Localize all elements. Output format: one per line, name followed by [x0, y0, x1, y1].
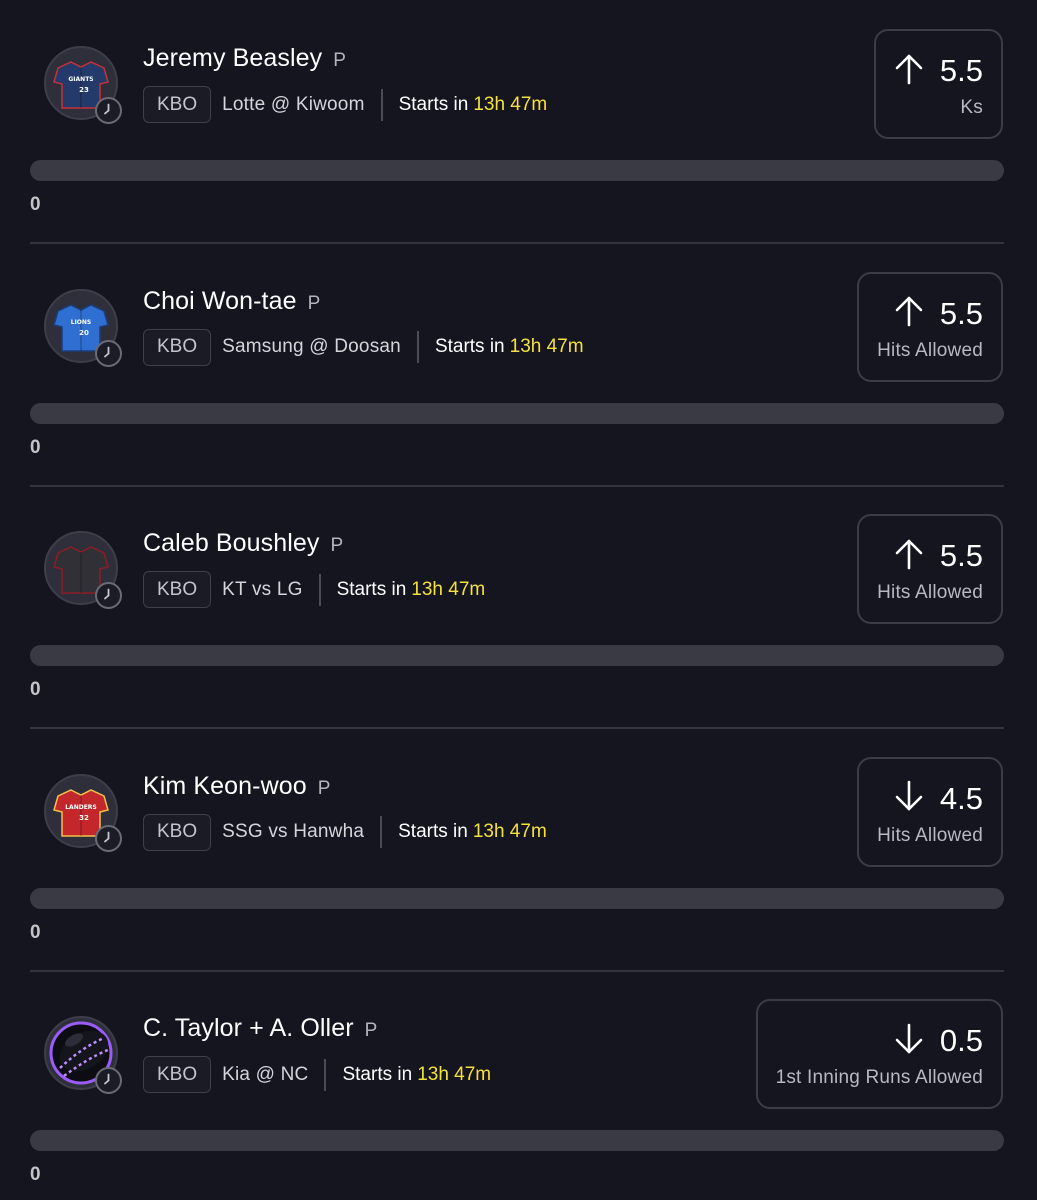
- divider: [380, 816, 383, 848]
- progress-bar: [30, 887, 1004, 909]
- prop-card-4[interactable]: LANDERS 32 Kim Keon-woo P KBO SSG vs Hanw…: [0, 728, 1037, 972]
- prop-card-1[interactable]: GIANTS 23 Jeremy Beasley P KBO Lotte @ Ki…: [0, 0, 1037, 244]
- prop-card-5[interactable]: C. Taylor + A. Oller P KBO Kia @ NC Star…: [0, 970, 1037, 1200]
- game-info: KBO Kia @ NC Starts in 13h 47m: [143, 1056, 491, 1093]
- svg-text:23: 23: [79, 86, 89, 94]
- line-value: 5.5: [939, 538, 983, 573]
- player-name[interactable]: Jeremy Beasley: [143, 44, 322, 73]
- countdown: 13h 47m: [411, 578, 486, 600]
- game-info: KBO Samsung @ Doosan Starts in 13h 47m: [143, 328, 584, 366]
- start-time: Starts in 13h 47m: [434, 336, 584, 357]
- prop-card-3[interactable]: Caleb Boushley P KBO KT vs LG Starts in 1…: [0, 485, 1037, 729]
- league-badge: KBO: [143, 1056, 212, 1093]
- matchup: Samsung @ Doosan: [222, 336, 401, 357]
- divider: [324, 1058, 327, 1091]
- projection-button[interactable]: 4.5 Hits Allowed: [857, 756, 1003, 867]
- countdown: 13h 47m: [509, 336, 584, 357]
- matchup: KT vs LG: [222, 578, 303, 600]
- countdown: 13h 47m: [473, 93, 548, 115]
- line-value: 5.5: [939, 295, 983, 331]
- game-info: KBO Lotte @ Kiwoom Starts in 13h 47m: [143, 86, 547, 123]
- countdown: 13h 47m: [417, 1063, 492, 1085]
- progress-count: 0: [30, 1164, 41, 1185]
- player-avatar[interactable]: [44, 1016, 122, 1094]
- player-position: P: [333, 50, 346, 71]
- matchup: Lotte @ Kiwoom: [222, 93, 365, 115]
- player-avatar[interactable]: GIANTS 23: [44, 46, 122, 124]
- player-position: P: [317, 777, 331, 799]
- player-avatar[interactable]: LIONS 20: [44, 288, 122, 367]
- player-header: Choi Won-tae P: [143, 287, 320, 323]
- projection-button[interactable]: 5.5 Hits Allowed: [857, 271, 1003, 382]
- arrow-up-icon: [894, 53, 940, 90]
- player-avatar[interactable]: [44, 531, 122, 609]
- prop-card-2[interactable]: LIONS 20 Choi Won-tae P KBO Samsung @ Doo…: [0, 243, 1037, 487]
- league-badge: KBO: [143, 86, 212, 123]
- player-name[interactable]: Kim Keon-woo: [143, 772, 307, 801]
- matchup: Kia @ NC: [222, 1063, 309, 1085]
- stat-type: Ks: [960, 97, 983, 118]
- stat-type: 1st Inning Runs Allowed: [775, 1067, 983, 1088]
- matchup: SSG vs Hanwha: [222, 821, 365, 842]
- svg-text:LIONS: LIONS: [71, 319, 92, 326]
- player-name[interactable]: Caleb Boushley: [143, 529, 320, 558]
- clock-icon: [95, 582, 122, 609]
- start-time: Starts in 13h 47m: [336, 578, 486, 600]
- player-header: Caleb Boushley P: [143, 529, 343, 565]
- svg-text:GIANTS: GIANTS: [68, 76, 93, 83]
- arrow-down-icon: [894, 1023, 940, 1060]
- league-badge: KBO: [143, 813, 212, 851]
- line-value: 0.5: [939, 1023, 983, 1058]
- progress-bar: [30, 402, 1004, 424]
- player-position: P: [330, 535, 344, 556]
- player-header: C. Taylor + A. Oller P: [143, 1014, 377, 1050]
- progress-bar: [30, 1130, 1004, 1151]
- clock-icon: [95, 97, 122, 124]
- svg-text:20: 20: [79, 329, 89, 337]
- progress-bar: [30, 160, 1004, 181]
- player-position: P: [364, 1020, 378, 1041]
- divider: [416, 331, 419, 363]
- game-info: KBO KT vs LG Starts in 13h 47m: [143, 571, 485, 608]
- progress-count: 0: [30, 436, 41, 458]
- progress-bar: [30, 645, 1004, 666]
- projection-button[interactable]: 0.5 1st Inning Runs Allowed: [755, 999, 1003, 1109]
- league-badge: KBO: [143, 571, 212, 608]
- line-value: 4.5: [939, 780, 983, 816]
- projection-button[interactable]: 5.5 Hits Allowed: [857, 514, 1003, 624]
- stat-type: Hits Allowed: [877, 582, 983, 603]
- arrow-up-icon: [894, 538, 940, 575]
- progress-count: 0: [30, 921, 41, 943]
- arrow-up-icon: [894, 295, 940, 332]
- svg-text:LANDERS: LANDERS: [65, 804, 97, 811]
- stat-type: Hits Allowed: [877, 824, 983, 846]
- start-time: Starts in 13h 47m: [398, 93, 548, 115]
- player-name[interactable]: C. Taylor + A. Oller: [143, 1014, 354, 1043]
- projection-button[interactable]: 5.5 Ks: [873, 29, 1003, 139]
- clock-icon: [95, 1067, 122, 1094]
- stat-type: Hits Allowed: [877, 339, 983, 361]
- progress-count: 0: [30, 194, 41, 215]
- player-position: P: [307, 292, 321, 314]
- svg-text:32: 32: [79, 814, 89, 822]
- divider: [318, 573, 321, 606]
- start-time: Starts in 13h 47m: [342, 1063, 492, 1085]
- start-time: Starts in 13h 47m: [398, 821, 547, 842]
- game-info: KBO SSG vs Hanwha Starts in 13h 47m: [143, 813, 547, 851]
- player-avatar[interactable]: LANDERS 32: [44, 773, 122, 852]
- league-badge: KBO: [143, 328, 212, 366]
- player-header: Jeremy Beasley P: [143, 44, 346, 80]
- clock-icon: [95, 824, 122, 852]
- divider: [380, 88, 383, 121]
- player-name[interactable]: Choi Won-tae: [143, 287, 297, 316]
- player-header: Kim Keon-woo P: [143, 772, 330, 808]
- progress-count: 0: [30, 679, 41, 700]
- line-value: 5.5: [939, 53, 983, 88]
- countdown: 13h 47m: [472, 821, 547, 842]
- clock-icon: [95, 339, 122, 367]
- arrow-down-icon: [894, 780, 940, 817]
